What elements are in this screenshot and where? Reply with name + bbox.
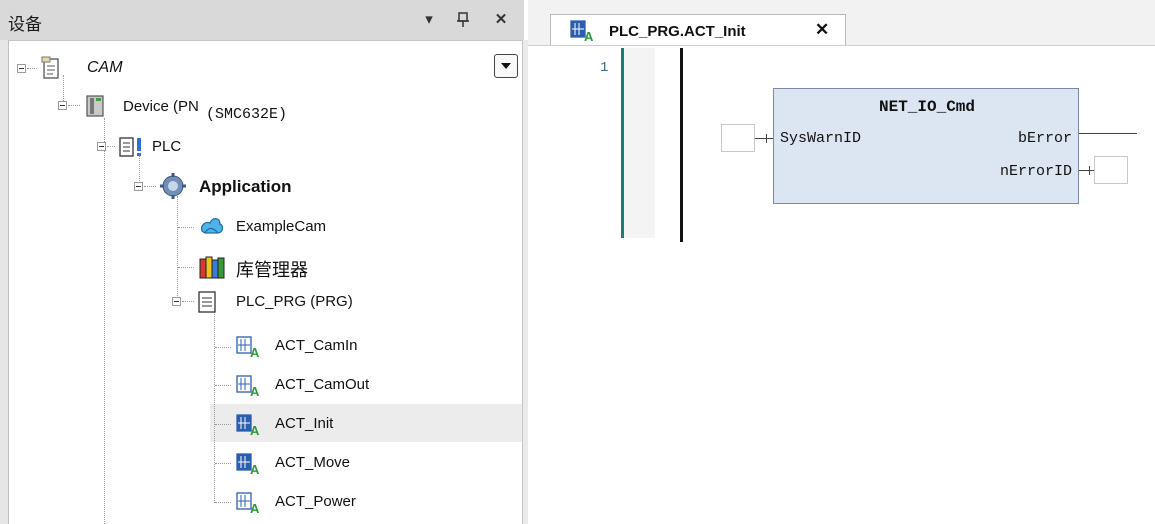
tree-line <box>215 502 231 503</box>
tree-item-cam[interactable]: CAM <box>87 59 123 77</box>
tree-item-act-camin[interactable]: ACT_CamIn <box>275 337 358 354</box>
device-type-label: (SMC632E) <box>206 106 288 123</box>
function-block-name: NET_IO_Cmd <box>878 98 975 116</box>
editor-gutter <box>621 48 655 238</box>
plc-icon <box>118 135 148 164</box>
dropdown-arrow-icon[interactable]: ▾ <box>418 8 440 32</box>
svg-text:A: A <box>250 462 260 476</box>
tree-line <box>182 301 194 302</box>
action-icon: A <box>235 335 265 364</box>
library-manager-icon <box>198 255 228 286</box>
panel-left-border <box>0 40 9 524</box>
svg-text:A: A <box>250 423 260 437</box>
output-value-box[interactable] <box>1094 156 1128 184</box>
function-block[interactable]: NET_IO_Cmd SysWarnID bError nErrorID <box>773 88 1079 204</box>
panel-header: 设备 ▾ ✕ <box>0 0 524 41</box>
tree-item-examplecam[interactable]: ExampleCam <box>236 218 326 235</box>
tree-line <box>214 311 215 503</box>
panel-title: 设备 <box>8 15 42 35</box>
output-wire <box>1079 170 1094 171</box>
line-number: 1 <box>600 60 609 76</box>
close-tab-icon[interactable]: ✕ <box>815 20 829 40</box>
pin-icon[interactable] <box>452 8 474 32</box>
fb-output-pin[interactable]: bError <box>1018 130 1072 147</box>
devices-panel: 设备 ▾ ✕ CAM Device (PN (SMC632E) PLC Appl… <box>0 0 529 524</box>
tree-item-device[interactable]: Device (PN <box>123 98 199 115</box>
tree-line <box>27 68 37 69</box>
input-value-box[interactable] <box>721 124 755 152</box>
program-icon <box>196 290 218 319</box>
collapse-toggle[interactable] <box>134 182 143 191</box>
tab-plc-prg-act-init[interactable]: A PLC_PRG.ACT_Init ✕ <box>550 14 846 45</box>
tree-line <box>215 424 231 425</box>
svg-text:A: A <box>250 345 260 359</box>
gutter-marker <box>621 48 624 238</box>
tree-line <box>215 385 231 386</box>
tree-line <box>107 146 115 147</box>
collapse-toggle[interactable] <box>58 101 67 110</box>
tab-label: PLC_PRG.ACT_Init <box>609 23 746 40</box>
action-icon: A <box>235 491 265 520</box>
tree-item-library-manager[interactable]: 库管理器 <box>236 256 308 282</box>
action-icon: A <box>235 452 265 481</box>
svg-text:A: A <box>584 29 594 43</box>
tree-item-plc-prg[interactable]: PLC_PRG (PRG) <box>236 293 353 310</box>
fb-input-pin[interactable]: SysWarnID <box>780 130 861 147</box>
tree-line <box>104 118 105 524</box>
input-tick <box>766 134 767 143</box>
tree-line <box>178 227 194 228</box>
output-wire <box>1079 133 1137 134</box>
tree-item-act-init[interactable]: ACT_Init <box>275 415 333 432</box>
tree-line <box>144 186 156 187</box>
input-wire <box>755 138 773 139</box>
tab-strip: A PLC_PRG.ACT_Init ✕ <box>528 0 1155 46</box>
gear-icon <box>160 173 186 204</box>
tree-dropdown-button[interactable] <box>494 54 518 78</box>
output-tick <box>1089 166 1090 175</box>
tree-line <box>215 463 231 464</box>
tree-item-act-power[interactable]: ACT_Power <box>275 493 356 510</box>
svg-text:A: A <box>250 384 260 398</box>
tree-item-application[interactable]: Application <box>199 177 292 197</box>
device-icon <box>84 94 108 123</box>
svg-text:A: A <box>250 501 260 515</box>
close-panel-icon[interactable]: ✕ <box>490 8 512 32</box>
project-icon <box>40 56 62 85</box>
editor-area: A PLC_PRG.ACT_Init ✕ 1 NET_IO_Cmd SysWar… <box>528 0 1155 524</box>
tree-line <box>178 267 194 268</box>
collapse-toggle[interactable] <box>172 297 181 306</box>
tree-line <box>177 196 178 304</box>
tree-item-plc[interactable]: PLC <box>152 138 181 155</box>
fb-output-pin[interactable]: nErrorID <box>1000 163 1072 180</box>
action-icon: A <box>235 374 265 403</box>
power-rail <box>680 48 683 242</box>
collapse-toggle[interactable] <box>17 64 26 73</box>
tree-line <box>215 347 231 348</box>
tree-line <box>68 105 80 106</box>
action-icon: A <box>235 413 265 442</box>
tree-item-act-camout[interactable]: ACT_CamOut <box>275 376 369 393</box>
tree-item-act-move[interactable]: ACT_Move <box>275 454 350 471</box>
action-icon: A <box>569 19 599 48</box>
collapse-toggle[interactable] <box>97 142 106 151</box>
cam-table-icon <box>198 215 224 244</box>
